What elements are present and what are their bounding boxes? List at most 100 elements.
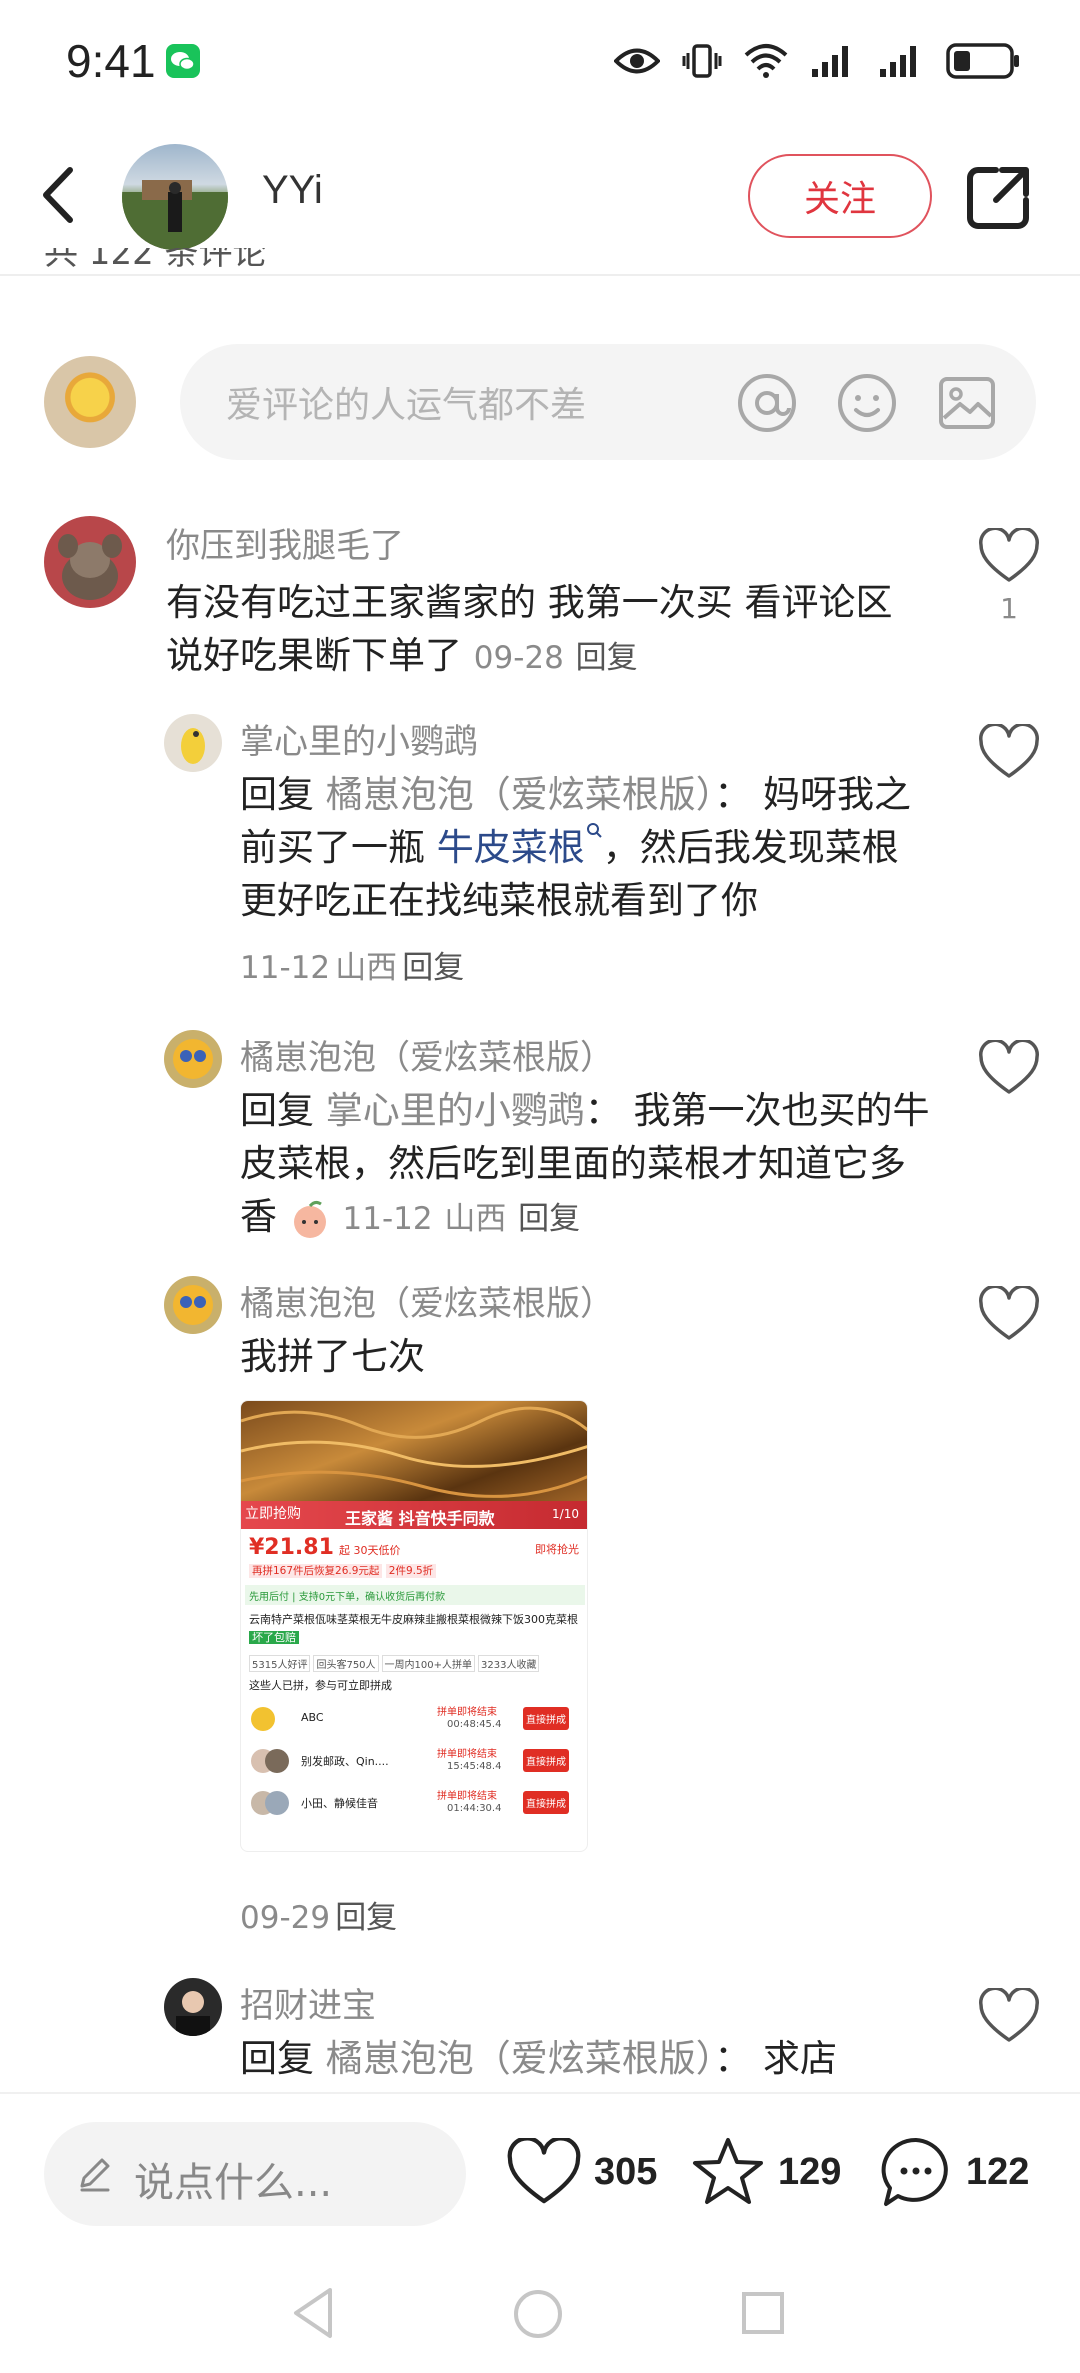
image-icon[interactable]: [936, 372, 998, 434]
join-group-button: 直接拼成: [523, 1791, 569, 1814]
group-user: 别发邮政、Qin....: [301, 1755, 389, 1768]
colon: ：: [714, 773, 752, 816]
heart-icon[interactable]: [978, 1988, 1040, 2044]
colon: ：: [714, 2037, 752, 2080]
search-icon: [586, 823, 602, 838]
comment-author[interactable]: 你压到我腿毛了: [166, 518, 404, 567]
mention-user[interactable]: 掌心里的小鹦鹉: [326, 1089, 585, 1132]
system-nav-bar: [0, 2262, 1080, 2373]
comment-input[interactable]: 爱评论的人运气都不差: [180, 344, 1036, 460]
join-group-button: 直接拼成: [523, 1707, 569, 1730]
comment-author[interactable]: 橘崽泡泡（爱炫菜根版）: [240, 1030, 614, 1079]
comment-total: 122: [966, 2150, 1030, 2193]
group-label: 拼单即将结束: [437, 1707, 497, 1718]
avatar: [251, 1707, 275, 1731]
reply-button[interactable]: 回复: [335, 1900, 397, 1936]
emoji-icon[interactable]: [836, 372, 898, 434]
nav-back-icon[interactable]: [290, 2286, 336, 2340]
product-banner: 立即抢购 王家酱 抖音快手同款 1/10: [241, 1501, 587, 1529]
my-avatar: [44, 356, 136, 448]
mention-icon[interactable]: [736, 372, 798, 434]
reply-prefix: 回复: [240, 1089, 314, 1132]
share-button[interactable]: [964, 162, 1034, 232]
like-total: 305: [594, 2150, 658, 2193]
comment-date: 11-12: [342, 1201, 433, 1237]
nav-recents-icon[interactable]: [740, 2290, 786, 2336]
battery-icon: [946, 43, 1019, 79]
divider: [0, 274, 1080, 276]
peach-emoji-icon: [293, 1200, 326, 1238]
comment-date: 09-28: [473, 640, 564, 676]
avatar[interactable]: [164, 714, 222, 772]
product-banner-text: 王家酱 抖音快手同款: [345, 1509, 495, 1528]
group-time: 01:44:30.4: [447, 1803, 502, 1814]
heart-icon[interactable]: [978, 1040, 1040, 1096]
nav-home-icon[interactable]: [512, 2288, 564, 2340]
heart-icon[interactable]: [978, 724, 1040, 780]
colon: ：: [584, 1089, 622, 1132]
comment-author[interactable]: 掌心里的小鹦鹉: [240, 714, 478, 763]
avatar[interactable]: [164, 1978, 222, 2036]
comment-text: 回复 掌心里的小鹦鹉： 我第一次也买的牛皮菜根，然后吃到里面的菜根才知道它多香 …: [240, 1084, 930, 1246]
chevron-left-icon: [43, 167, 73, 223]
product-stats: 5315人好评 回头客750人 一周内100+人拼单 3233人收藏: [249, 1655, 540, 1672]
follow-button[interactable]: 关注: [748, 154, 932, 238]
eye-icon: [614, 48, 660, 74]
comment-author[interactable]: 橘崽泡泡（爱炫菜根版）: [240, 1276, 614, 1325]
status-icons: [614, 36, 1022, 86]
favorite-action[interactable]: 129: [690, 2132, 841, 2212]
comment-author[interactable]: 招财进宝: [240, 1978, 376, 2027]
like-count: 1: [1000, 592, 1018, 625]
group-label: 拼单即将结束: [437, 1749, 497, 1760]
like-action[interactable]: 305: [506, 2132, 657, 2212]
mention-user[interactable]: 橘崽泡泡（爱炫菜根版）: [326, 773, 715, 816]
avatar[interactable]: [164, 1030, 222, 1088]
product-price-note: 起 30天低价: [339, 1544, 401, 1557]
comment-bubble-icon: [881, 2137, 948, 2206]
comment-image[interactable]: 立即抢购 王家酱 抖音快手同款 1/10 ¥21.81 起 30天低价 即将抢光…: [240, 1400, 588, 1852]
group-time: 00:48:45.4: [447, 1719, 502, 1730]
say-something-input[interactable]: 说点什么...: [44, 2122, 466, 2226]
back-button[interactable]: [30, 160, 90, 230]
reply-prefix: 回复: [240, 773, 314, 816]
group-time: 15:45:48.4: [447, 1761, 502, 1772]
signal-icon-1: [812, 46, 848, 77]
comment-total-partial: 共 122 条评论: [44, 248, 267, 272]
avatar[interactable]: [44, 516, 136, 608]
search-link[interactable]: 牛皮菜根: [437, 826, 585, 869]
reply-button[interactable]: 回复: [518, 1201, 580, 1237]
status-bar: 9:41: [0, 0, 1080, 122]
product-free-ship: 坏了包赔: [249, 1631, 299, 1644]
comment-text: 有没有吃过王家酱家的 我第一次买 看评论区说好吃果断下单了 09-28 回复: [166, 576, 926, 685]
group-label: 拼单即将结束: [437, 1791, 497, 1802]
product-promo-row: 再拼167件后恢复26.9元起 2件9.5折: [249, 1563, 437, 1578]
heart-icon[interactable]: [978, 1286, 1040, 1342]
status-time: 9:41: [66, 35, 156, 87]
mention-user[interactable]: 橘崽泡泡（爱炫菜根版）: [326, 2037, 715, 2080]
comment-text: 回复 橘崽泡泡（爱炫菜根版）： 妈呀我之前买了一瓶 牛皮菜根 ，然后我发现菜根更好…: [240, 768, 930, 927]
comment-input-placeholder: 爱评论的人运气都不差: [226, 385, 587, 426]
avatar: [265, 1749, 289, 1773]
heart-icon[interactable]: [978, 528, 1040, 584]
favorite-total: 129: [778, 2150, 842, 2193]
star-icon: [693, 2138, 763, 2204]
comment-date: 11-12: [240, 950, 331, 986]
join-group-button: 直接拼成: [523, 1749, 569, 1772]
reply-prefix: 回复: [240, 2037, 314, 2080]
author-avatar[interactable]: [122, 144, 228, 250]
say-something-placeholder: 说点什么...: [134, 2160, 333, 2206]
comment-action[interactable]: 122: [878, 2132, 1029, 2212]
author-username[interactable]: YYi: [262, 168, 323, 213]
product-title: 云南特产菜根佤味茎菜根无牛皮麻辣韭搬根菜根微辣下饭300克菜根: [249, 1613, 578, 1626]
product-page: 1/10: [552, 1507, 579, 1521]
group-title: 这些人已拼，参与可立即拼成: [249, 1679, 392, 1692]
group-user: 小田、静候佳音: [301, 1797, 378, 1810]
comment-location: 山西: [444, 1201, 507, 1237]
avatar[interactable]: [164, 1276, 222, 1334]
reply-button[interactable]: 回复: [576, 640, 638, 676]
comment-text: 回复 橘崽泡泡（爱炫菜根版）： 求店: [240, 2032, 930, 2088]
reply-button[interactable]: 回复: [402, 950, 464, 986]
group-row: ABC 拼单即将结束 00:48:45.4 直接拼成: [247, 1699, 583, 1739]
comment-body: 求店: [763, 2037, 838, 2080]
product-stat: 5315人好评: [249, 1655, 311, 1672]
